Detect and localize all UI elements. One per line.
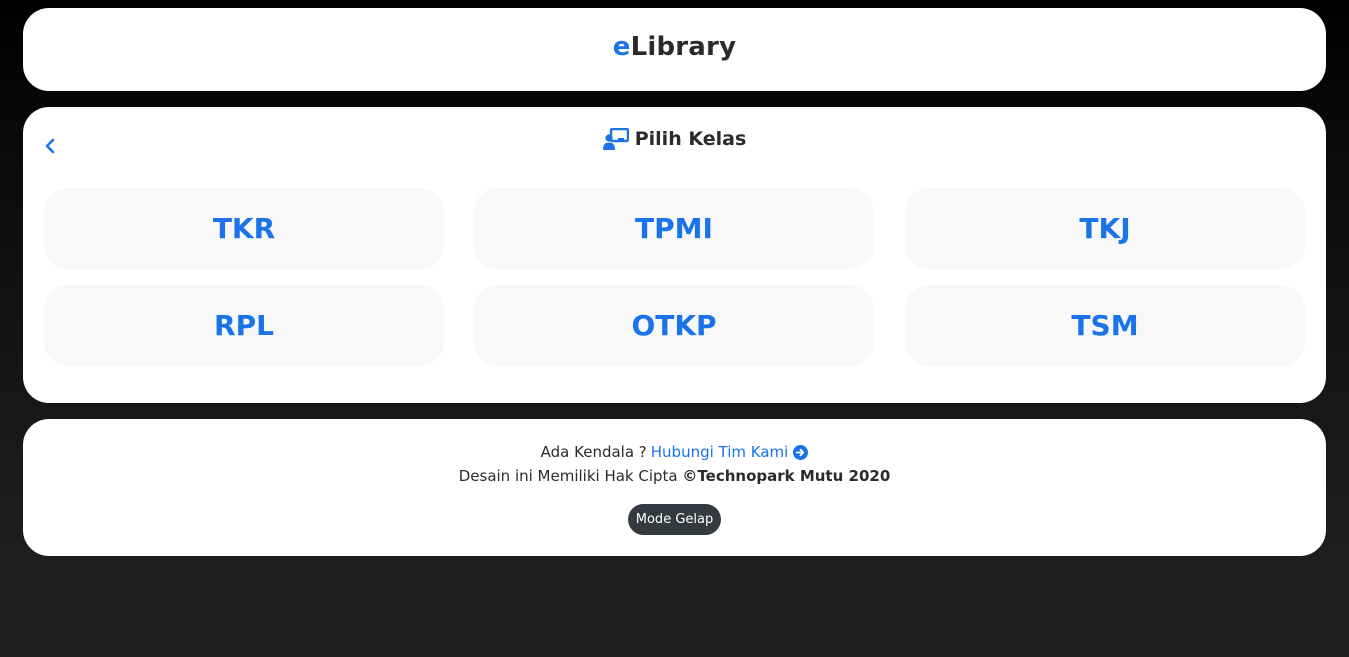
copyright-line: Desain ini Memiliki Hak Cipta ©Technopar… [23, 467, 1326, 485]
page-title: Pilih Kelas [634, 128, 747, 150]
copyright-owner: ©Technopark Mutu 2020 [682, 467, 891, 485]
footer-card: Ada Kendala ? Hubungi Tim Kami Desain in… [23, 419, 1326, 556]
class-select-card: Pilih Kelas TKR TPMI TKJ RPL OTKP TSM [23, 107, 1326, 403]
section-title: Pilih Kelas [23, 128, 1326, 150]
support-line: Ada Kendala ? Hubungi Tim Kami [23, 443, 1326, 461]
arrow-circle-right-icon [793, 444, 809, 460]
header-card: eLibrary [23, 8, 1326, 91]
class-tile-tkr[interactable]: TKR [44, 188, 444, 269]
chalkboard-user-icon [602, 128, 629, 150]
contact-team-link[interactable]: Hubungi Tim Kami [651, 443, 809, 461]
contact-link-label: Hubungi Tim Kami [650, 443, 789, 461]
class-tile-tsm[interactable]: TSM [905, 285, 1305, 366]
app-brand: eLibrary [23, 32, 1326, 62]
problem-text: Ada Kendala ? [540, 443, 647, 461]
class-tile-tkj[interactable]: TKJ [905, 188, 1305, 269]
dark-mode-button[interactable]: Mode Gelap [628, 504, 721, 535]
class-tile-tpmi[interactable]: TPMI [474, 188, 874, 269]
brand-rest: Library [630, 32, 737, 62]
class-tile-otkp[interactable]: OTKP [474, 285, 874, 366]
class-tile-rpl[interactable]: RPL [44, 285, 444, 366]
copyright-prefix: Desain ini Memiliki Hak Cipta [458, 467, 683, 485]
brand-accent: e [612, 32, 631, 62]
